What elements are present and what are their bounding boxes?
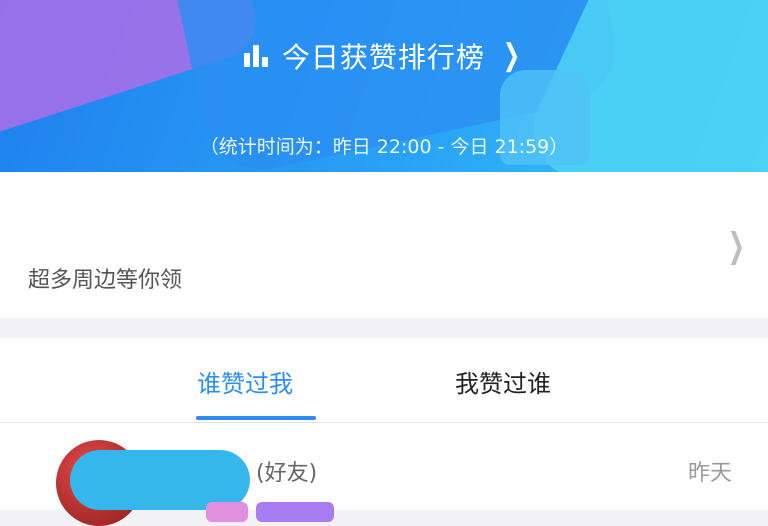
user-badge	[206, 502, 248, 522]
banner-title: 今日获赞排行榜	[281, 41, 485, 74]
chevron-right-icon: ❯	[502, 38, 521, 73]
promo-card[interactable]	[0, 172, 768, 318]
chevron-right-icon[interactable]: ❯	[728, 226, 745, 266]
bar-chart-icon	[243, 45, 268, 67]
tab-bar: 谁赞过我 我赞过谁	[0, 338, 768, 423]
user-badge	[256, 502, 334, 522]
active-tab-indicator	[196, 416, 316, 420]
tab-who-i-liked[interactable]: 我赞过谁	[455, 364, 551, 399]
like-time: 昨天	[688, 461, 733, 486]
redacted-username	[70, 450, 250, 510]
stat-period: （统计时间为：昨日 22:00 - 今日 21:59）	[199, 136, 569, 158]
tab-who-liked-me[interactable]: 谁赞过我	[197, 364, 293, 399]
promo-subtitle: 超多周边等你领	[28, 268, 183, 293]
relation-tag: (好友)	[256, 461, 318, 486]
ranking-title-link[interactable]: 今日获赞排行榜 ❯	[0, 32, 768, 80]
